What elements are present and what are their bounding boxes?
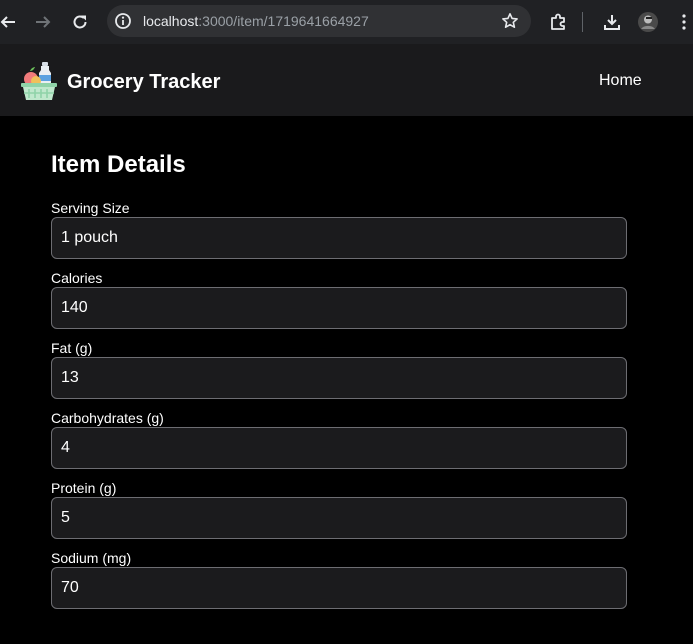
- url-host: localhost: [143, 13, 199, 29]
- browser-toolbar: localhost:3000/item/1719641664927: [0, 0, 693, 44]
- fat-label: Fat (g): [51, 340, 93, 356]
- serving-size-label: Serving Size: [51, 200, 130, 216]
- protein-label: Protein (g): [51, 480, 117, 496]
- app-title[interactable]: Grocery Tracker: [67, 71, 220, 93]
- site-info-icon[interactable]: [114, 12, 132, 30]
- app-header: Grocery Tracker Home: [0, 44, 693, 116]
- grocery-basket-logo-icon: [19, 59, 59, 101]
- sodium-input[interactable]: [51, 567, 627, 609]
- fat-input[interactable]: [51, 357, 627, 399]
- reload-icon[interactable]: [68, 10, 92, 34]
- nav-home-link[interactable]: Home: [599, 72, 642, 90]
- protein-input[interactable]: [51, 497, 627, 539]
- page-title: Item Details: [51, 151, 186, 178]
- toolbar-divider: [582, 12, 583, 32]
- extensions-puzzle-icon[interactable]: [547, 10, 571, 34]
- bookmark-star-icon[interactable]: [501, 12, 519, 30]
- download-icon[interactable]: [600, 10, 624, 34]
- url-text[interactable]: localhost:3000/item/1719641664927: [143, 13, 369, 29]
- serving-size-input[interactable]: [51, 217, 627, 259]
- carbohydrates-input[interactable]: [51, 427, 627, 469]
- back-arrow-icon[interactable]: [0, 10, 20, 34]
- calories-label: Calories: [51, 270, 103, 286]
- calories-input[interactable]: [51, 287, 627, 329]
- carbohydrates-label: Carbohydrates (g): [51, 410, 164, 426]
- forward-arrow-icon[interactable]: [31, 10, 55, 34]
- menu-kebab-icon[interactable]: [672, 10, 693, 34]
- sodium-label: Sodium (mg): [51, 550, 132, 566]
- item-details-page: Item Details Serving Size Calories Fat (…: [0, 116, 693, 644]
- address-bar[interactable]: localhost:3000/item/1719641664927: [107, 5, 531, 37]
- url-path: :3000/item/1719641664927: [198, 13, 369, 29]
- profile-avatar-icon[interactable]: [636, 10, 660, 34]
